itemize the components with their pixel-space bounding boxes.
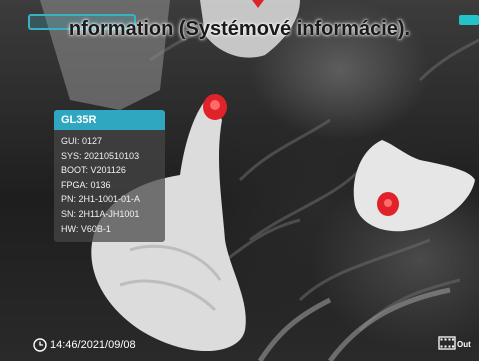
hotspot-core-right bbox=[384, 199, 392, 207]
info-pn: PN: 2H1-1001-01-A bbox=[61, 194, 141, 205]
clock-icon bbox=[33, 338, 47, 352]
thermal-viewport: nformation (Systémové informácie). GL35R… bbox=[0, 0, 479, 361]
system-info-list: GUI: 0127 SYS: 20210510103 BOOT: V201126… bbox=[54, 130, 165, 236]
device-model-header: GL35R bbox=[54, 110, 165, 130]
output-label: Out bbox=[457, 340, 471, 349]
overlay-title: nformation (Systémové informácie). bbox=[68, 18, 411, 40]
info-sys: SYS: 20210510103 bbox=[61, 150, 140, 161]
foreground-branches bbox=[257, 287, 451, 361]
video-output-indicator: Out bbox=[438, 336, 471, 350]
timestamp-text: 14:46/2021/09/08 bbox=[50, 339, 136, 351]
info-fpga: FPGA: 0136 bbox=[61, 179, 111, 190]
info-boot: BOOT: V201126 bbox=[61, 165, 126, 176]
system-info-panel: GL35R GUI: 0127 SYS: 20210510103 BOOT: V… bbox=[54, 110, 165, 242]
hen-body-right bbox=[353, 140, 475, 232]
info-hw: HW: V60B-1 bbox=[61, 223, 111, 234]
hotspot-core-left bbox=[210, 100, 220, 110]
info-gui: GUI: 0127 bbox=[61, 136, 103, 146]
video-output-icon bbox=[438, 336, 456, 350]
top-position-marker bbox=[252, 0, 264, 8]
info-sn: SN: 2H11A-JH1001 bbox=[61, 208, 140, 219]
timestamp-display: 14:46/2021/09/08 bbox=[33, 337, 136, 353]
